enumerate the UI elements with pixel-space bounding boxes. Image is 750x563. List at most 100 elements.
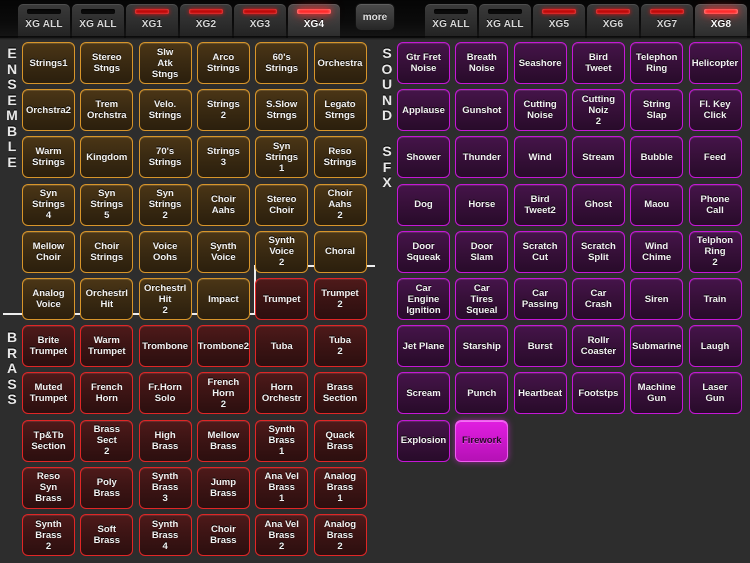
right-tab-xg5-2[interactable]: XG5: [533, 4, 585, 38]
right-tab-xg-all-1[interactable]: XG ALL: [479, 4, 531, 38]
left-voice-button-trombone2[interactable]: Trombone2: [196, 325, 250, 368]
right-voice-button-fl-key-click[interactable]: Fl. Key Click: [688, 89, 742, 132]
right-voice-button-rollr-coaster[interactable]: Rollr Coaster: [571, 325, 625, 368]
left-voice-button-impact[interactable]: Impact: [196, 278, 250, 320]
right-voice-button-laugh[interactable]: Laugh: [688, 325, 742, 368]
right-voice-button-bird-tweet[interactable]: Bird Tweet: [571, 42, 625, 84]
right-voice-button-car-engine-ignition[interactable]: Car Engine Ignition: [397, 278, 450, 320]
left-voice-button-kingdom[interactable]: Kingdom: [80, 136, 134, 179]
left-voice-button-reso-strings[interactable]: Reso Strings: [313, 136, 367, 179]
left-voice-button-orchestrl-hit[interactable]: Orchestrl Hit: [80, 278, 134, 320]
right-voice-button-wind-chime[interactable]: Wind Chime: [630, 230, 684, 273]
left-voice-button-fr-horn-solo[interactable]: Fr.Horn Solo: [138, 372, 192, 415]
left-voice-button-syn-strings-2[interactable]: Syn Strings 2: [138, 183, 192, 226]
right-tab-xg-all-0[interactable]: XG ALL: [425, 4, 477, 38]
left-voice-button-slw-atk-stngs[interactable]: Slw Atk Stngs: [138, 42, 192, 84]
right-voice-button-feed[interactable]: Feed: [688, 136, 742, 179]
left-voice-button-muted-trumpet[interactable]: Muted Trumpet: [22, 372, 75, 415]
right-voice-button-seashore[interactable]: Seashore: [513, 42, 567, 84]
right-voice-button-door-squeak[interactable]: Door Squeak: [397, 230, 450, 273]
left-tab-xg2-3[interactable]: XG2: [180, 4, 232, 38]
left-tab-xg4-5[interactable]: XG4: [288, 4, 340, 38]
left-voice-button-french-horn[interactable]: French Horn: [80, 372, 134, 415]
left-voice-button-velo-strings[interactable]: Velo. Strings: [138, 89, 192, 132]
right-voice-button-thunder[interactable]: Thunder: [455, 136, 509, 179]
right-voice-button-gunshot[interactable]: Gunshot: [455, 89, 509, 132]
left-voice-button-choir-aahs[interactable]: Choir Aahs: [196, 183, 250, 226]
left-voice-button-tuba-2[interactable]: Tuba 2: [313, 325, 367, 368]
left-voice-button-stereo-stngs[interactable]: Stereo Stngs: [80, 42, 134, 84]
left-voice-button-high-brass[interactable]: High Brass: [138, 419, 192, 462]
right-tab-xg8-5[interactable]: XG8: [695, 4, 747, 38]
left-voice-button-synth-voice[interactable]: Synth Voice: [196, 230, 250, 273]
right-voice-button-telephon-ring[interactable]: Telephon Ring: [630, 42, 684, 84]
right-voice-button-scream[interactable]: Scream: [397, 372, 450, 415]
left-voice-button-ana-vel-brass-1[interactable]: Ana Vel Brass 1: [255, 466, 309, 509]
left-voice-button-synth-voice-2[interactable]: Synth Voice 2: [255, 230, 309, 273]
right-voice-button-starship[interactable]: Starship: [455, 325, 509, 368]
left-voice-button-warm-strings[interactable]: Warm Strings: [22, 136, 75, 179]
right-voice-button-maou[interactable]: Maou: [630, 183, 684, 226]
right-voice-button-machine-gun[interactable]: Machine Gun: [630, 372, 684, 415]
left-voice-button-syn-strings-5[interactable]: Syn Strings 5: [80, 183, 134, 226]
left-voice-button-poly-brass[interactable]: Poly Brass: [80, 466, 134, 509]
right-voice-button-heartbeat[interactable]: Heartbeat: [513, 372, 567, 415]
right-voice-button-jet-plane[interactable]: Jet Plane: [397, 325, 450, 368]
left-voice-button-syn-strings-1[interactable]: Syn Strings 1: [255, 136, 309, 179]
right-voice-button-door-slam[interactable]: Door Slam: [455, 230, 509, 273]
right-voice-button-string-slap[interactable]: String Slap: [630, 89, 684, 132]
right-voice-button-train[interactable]: Train: [688, 278, 742, 320]
left-voice-button-analog-brass-2[interactable]: Analog Brass 2: [313, 514, 367, 556]
left-voice-button-tp-tb-section[interactable]: Tp&Tb Section: [22, 419, 75, 462]
left-voice-button-voice-oohs[interactable]: Voice Oohs: [138, 230, 192, 273]
left-voice-button-trem-orchstra[interactable]: Trem Orchstra: [80, 89, 134, 132]
right-voice-button-punch[interactable]: Punch: [455, 372, 509, 415]
right-voice-button-shower[interactable]: Shower: [397, 136, 450, 179]
left-voice-button-orchstra2[interactable]: Orchstra2: [22, 89, 75, 132]
left-voice-button-strings1[interactable]: Strings1: [22, 42, 75, 84]
left-voice-button-synth-brass-3[interactable]: Synth Brass 3: [138, 466, 192, 509]
more-button[interactable]: more: [355, 3, 395, 31]
right-voice-button-stream[interactable]: Stream: [571, 136, 625, 179]
left-voice-button-choir-strings[interactable]: Choir Strings: [80, 230, 134, 273]
left-tab-xg1-2[interactable]: XG1: [126, 4, 178, 38]
right-tab-xg6-3[interactable]: XG6: [587, 4, 639, 38]
right-tab-xg7-4[interactable]: XG7: [641, 4, 693, 38]
right-voice-button-ghost[interactable]: Ghost: [571, 183, 625, 226]
right-voice-button-siren[interactable]: Siren: [630, 278, 684, 320]
right-voice-button-phone-call[interactable]: Phone Call: [688, 183, 742, 226]
left-voice-button-60-s-strings[interactable]: 60's Strings: [255, 42, 309, 84]
right-voice-button-dog[interactable]: Dog: [397, 183, 450, 226]
right-voice-button-submarine[interactable]: Submarine: [630, 325, 684, 368]
right-voice-button-firework[interactable]: Firework: [455, 419, 509, 462]
left-voice-button-arco-strings[interactable]: Arco Strings: [196, 42, 250, 84]
left-voice-button-brass-section[interactable]: Brass Section: [313, 372, 367, 415]
left-voice-button-trumpet-2[interactable]: Trumpet 2: [313, 278, 367, 320]
left-voice-button-brite-trumpet[interactable]: Brite Trumpet: [22, 325, 75, 368]
left-voice-button-strings-3[interactable]: Strings 3: [196, 136, 250, 179]
left-voice-button-choir-aahs-2[interactable]: Choir Aahs 2: [313, 183, 367, 226]
right-voice-button-bubble[interactable]: Bubble: [630, 136, 684, 179]
left-voice-button-legato-strngs[interactable]: Legato Strngs: [313, 89, 367, 132]
left-voice-button-synth-brass-2[interactable]: Synth Brass 2: [22, 514, 75, 556]
right-voice-button-car-tires-squeal[interactable]: Car Tires Squeal: [455, 278, 509, 320]
left-tab-xg-all-0[interactable]: XG ALL: [18, 4, 70, 38]
left-voice-button-trumpet[interactable]: Trumpet: [255, 278, 309, 320]
right-voice-button-bird-tweet2[interactable]: Bird Tweet2: [513, 183, 567, 226]
left-voice-button-orchestra[interactable]: Orchestra: [313, 42, 367, 84]
left-voice-button-strings-2[interactable]: Strings 2: [196, 89, 250, 132]
left-voice-button-choir-brass[interactable]: Choir Brass: [196, 514, 250, 556]
left-voice-button-synth-brass-1[interactable]: Synth Brass 1: [255, 419, 309, 462]
left-voice-button-reso-syn-brass[interactable]: Reso Syn Brass: [22, 466, 75, 509]
right-voice-button-car-passing[interactable]: Car Passing: [513, 278, 567, 320]
left-voice-button-orchestrl-hit-2[interactable]: Orchestrl Hit 2: [138, 278, 192, 320]
left-voice-button-quack-brass[interactable]: Quack Brass: [313, 419, 367, 462]
left-voice-button-ana-vel-brass-2[interactable]: Ana Vel Brass 2: [255, 514, 309, 556]
left-voice-button-warm-trumpet[interactable]: Warm Trumpet: [80, 325, 134, 368]
left-voice-button-mellow-choir[interactable]: Mellow Choir: [22, 230, 75, 273]
left-voice-button-jump-brass[interactable]: Jump Brass: [196, 466, 250, 509]
right-voice-button-footstps[interactable]: Footstps: [571, 372, 625, 415]
left-voice-button-trombone[interactable]: Trombone: [138, 325, 192, 368]
left-voice-button-soft-brass[interactable]: Soft Brass: [80, 514, 134, 556]
left-voice-button-syn-strings-4[interactable]: Syn Strings 4: [22, 183, 75, 226]
